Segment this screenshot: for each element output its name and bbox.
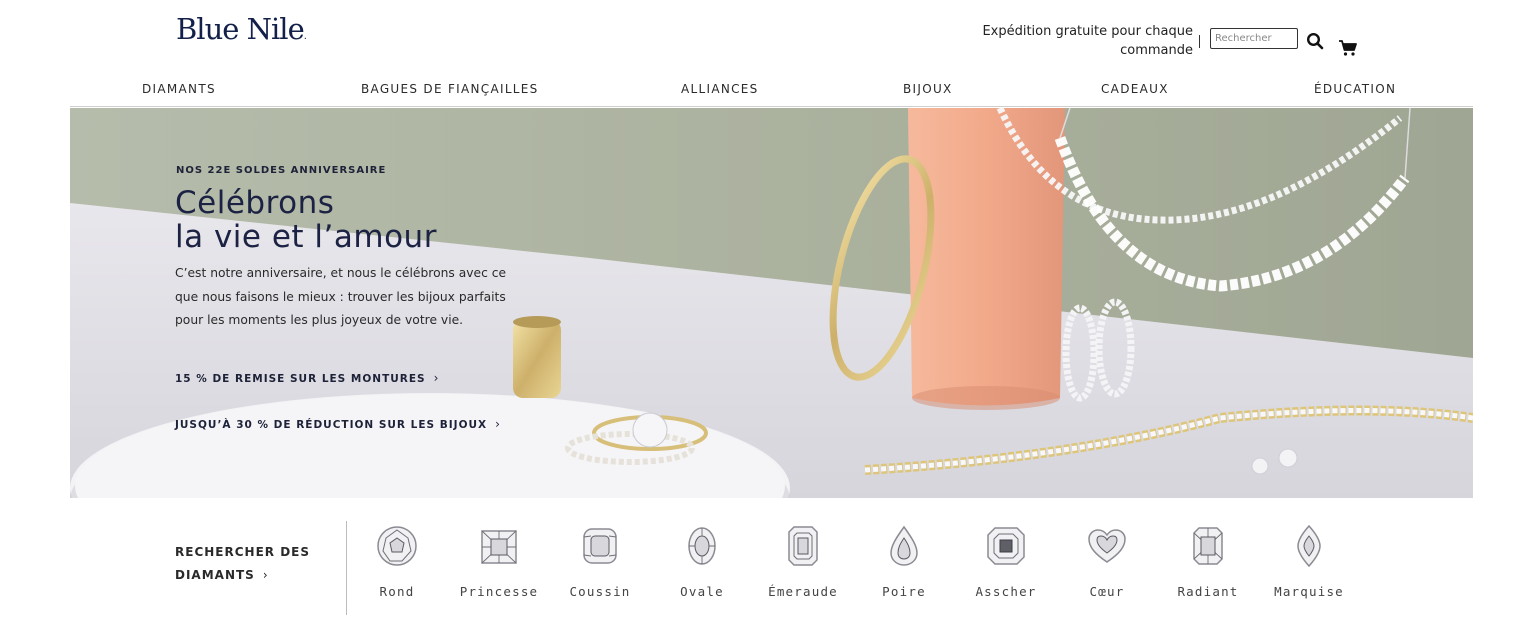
shape-label-marquise: Marquise	[1274, 584, 1344, 599]
shape-poire[interactable]: Poire	[864, 524, 944, 599]
emerald-diamond-icon	[788, 526, 818, 566]
shape-marquise[interactable]: Marquise	[1269, 524, 1349, 599]
cart-icon[interactable]	[1338, 39, 1358, 57]
cta-bijoux-label: JUSQU’À 30 % DE RÉDUCTION SUR LES BIJOUX	[175, 419, 488, 431]
radiant-diamond-icon	[1193, 527, 1223, 565]
shape-coeur[interactable]: Cœur	[1067, 524, 1147, 599]
shape-radiant[interactable]: Radiant	[1168, 524, 1248, 599]
chevron-right-icon: ›	[433, 371, 440, 385]
round-diamond-icon	[377, 526, 417, 566]
shape-label-asscher: Asscher	[975, 584, 1037, 599]
shape-label-princesse: Princesse	[459, 584, 539, 599]
marquise-diamond-icon	[1297, 524, 1321, 568]
shape-princesse[interactable]: Princesse	[459, 524, 539, 599]
search-diamonds-line-2: DIAMANTS	[175, 568, 255, 582]
logo-text: Blue Nile	[176, 12, 305, 46]
search-icon[interactable]	[1306, 32, 1324, 50]
nav-item-alliances[interactable]: ALLIANCES	[681, 82, 759, 96]
asscher-diamond-icon	[987, 527, 1025, 565]
free-shipping-notice[interactable]: Expédition gratuite pour chaque commande	[955, 22, 1193, 60]
hero-eyebrow: NOS 22E SOLDES ANNIVERSAIRE	[176, 165, 387, 176]
shape-label-poire: Poire	[882, 584, 926, 599]
nav-item-cadeaux[interactable]: CADEAUX	[1101, 82, 1169, 96]
heart-diamond-icon	[1088, 529, 1126, 563]
pear-diamond-icon	[890, 525, 918, 566]
search-diamonds-link[interactable]: RECHERCHER DES DIAMANTS ›	[175, 541, 315, 587]
chevron-right-icon: ›	[495, 417, 501, 431]
shape-asscher[interactable]: Asscher	[966, 524, 1046, 599]
cta-montures-link[interactable]: 15 % DE REMISE SUR LES MONTURES ›	[175, 371, 439, 385]
nav-item-education[interactable]: ÉDUCATION	[1314, 82, 1396, 96]
nav-item-bijoux[interactable]: BIJOUX	[903, 82, 953, 96]
blue-nile-logo[interactable]: Blue Nile.	[176, 12, 307, 46]
main-nav: DIAMANTS BAGUES DE FIANÇAILLES ALLIANCES…	[70, 80, 1473, 107]
shape-emeraude[interactable]: Émeraude	[763, 524, 843, 599]
cta-montures-label: 15 % DE REMISE SUR LES MONTURES	[175, 373, 426, 385]
search-diamonds-line-1: RECHERCHER DES	[175, 545, 310, 559]
princess-diamond-icon	[481, 530, 517, 564]
cushion-diamond-icon	[583, 528, 617, 564]
shapes-divider	[346, 521, 347, 615]
shape-label-rond: Rond	[379, 584, 415, 599]
shape-label-ovale: Ovale	[680, 584, 724, 599]
shape-label-coussin: Coussin	[569, 584, 631, 599]
shape-rond[interactable]: Rond	[357, 524, 437, 599]
nav-item-diamants[interactable]: DIAMANTS	[142, 82, 216, 96]
shape-label-emeraude: Émeraude	[768, 584, 838, 599]
chevron-right-icon: ›	[262, 568, 269, 582]
header-separator	[1199, 35, 1200, 48]
cta-bijoux-link[interactable]: JUSQU’À 30 % DE RÉDUCTION SUR LES BIJOUX…	[175, 417, 501, 431]
nav-item-bagues-de-fiancailles[interactable]: BAGUES DE FIANÇAILLES	[361, 82, 539, 96]
shape-ovale[interactable]: Ovale	[662, 524, 742, 599]
oval-diamond-icon	[688, 527, 716, 565]
logo-dot: .	[303, 31, 307, 42]
shipping-line-2: commande	[1120, 43, 1193, 58]
hero-headline: Célébrons la vie et l’amour	[175, 185, 437, 255]
shape-label-radiant: Radiant	[1177, 584, 1239, 599]
hero-body-text: C’est notre anniversaire, et nous le cél…	[175, 266, 507, 327]
shipping-line-1: Expédition gratuite pour chaque	[982, 24, 1193, 39]
shape-label-coeur: Cœur	[1089, 584, 1125, 599]
search-input[interactable]	[1210, 28, 1298, 49]
shape-coussin[interactable]: Coussin	[560, 524, 640, 599]
